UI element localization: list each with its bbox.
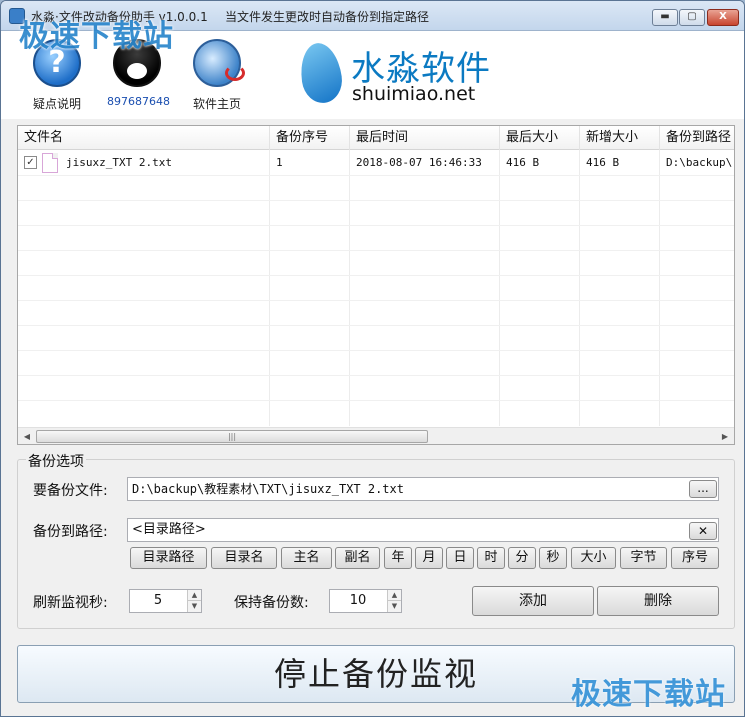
grid-line [269,150,270,426]
source-file-input[interactable]: D:\backup\教程素材\TXT\jisuxz_TXT 2.txt [127,477,719,501]
grid-line [18,350,734,351]
grid-line [349,150,350,426]
token-button-seq[interactable]: 序号 [671,547,719,569]
token-button-second[interactable]: 秒 [539,547,567,569]
grid-line [659,150,660,426]
grid-line [499,150,500,426]
cell-last-size: 416 B [506,156,540,169]
grid-line [18,200,734,201]
close-button[interactable]: X [707,9,739,26]
grid-line [18,400,734,401]
browse-button[interactable]: ... [689,480,717,498]
spin-down-icon[interactable]: ▼ [187,601,201,612]
grid-line [18,225,734,226]
column-header-seq[interactable]: 备份序号 [270,126,350,150]
column-header-filename[interactable]: 文件名 [18,126,270,150]
grid-line [18,250,734,251]
text-file-icon [42,153,58,173]
cell-new-size: 416 B [586,156,620,169]
scroll-left-icon[interactable]: ◀ [21,431,33,442]
column-header-new-size[interactable]: 新增大小 [580,126,660,150]
minimize-button[interactable]: ▬ [652,9,678,26]
grid-line [579,150,580,426]
file-list[interactable]: 文件名 备份序号 最后时间 最后大小 新增大小 备份到路径 ✓ jisuxz_T… [17,125,735,445]
table-row[interactable]: ✓ jisuxz_TXT 2.txt 1 2018-08-07 16:46:33… [18,151,734,175]
maximize-button[interactable]: ▢ [679,9,705,26]
spin-up-icon[interactable]: ▲ [187,590,201,601]
token-button-main-name[interactable]: 主名 [281,547,332,569]
refresh-seconds-spinner[interactable]: 5 ▲ ▼ [129,589,202,613]
keep-count-spinner[interactable]: 10 ▲ ▼ [329,589,402,613]
watermark-top: 极速下载站 [19,19,174,54]
scroll-right-icon[interactable]: ▶ [719,431,731,442]
toolbar-homepage-label: 软件主页 [192,97,241,111]
dest-path-input[interactable]: <目录路径> [127,518,719,542]
source-file-label: 要备份文件: [33,483,108,499]
column-header-last-size[interactable]: 最后大小 [500,126,580,150]
grid-line [18,275,734,276]
token-button-day[interactable]: 日 [446,547,474,569]
token-button-dir-name[interactable]: 目录名 [211,547,277,569]
watermark-bottom: 极速下载站 [571,677,726,712]
toolbar-homepage[interactable]: 软件主页 [187,39,247,112]
backup-options-title: 备份选项 [26,451,86,471]
scroll-thumb[interactable]: ||| [36,430,428,443]
keep-count-label: 保持备份数: [234,595,309,611]
keep-count-value[interactable]: 10 [330,590,386,612]
globe-icon [193,39,245,87]
refresh-seconds-label: 刷新监视秒: [33,595,108,611]
cell-path: D:\backup\ [666,156,733,169]
grid-line [18,375,734,376]
grid-line [18,300,734,301]
refresh-seconds-value[interactable]: 5 [130,590,186,612]
token-button-size[interactable]: 大小 [571,547,616,569]
token-button-year[interactable]: 年 [384,547,412,569]
window-subtitle: 当文件发生更改时自动备份到指定路径 [225,10,430,24]
cell-filename: jisuxz_TXT 2.txt [66,156,172,169]
row-checkbox[interactable]: ✓ [24,156,37,169]
token-button-dir-path[interactable]: 目录路径 [130,547,207,569]
grid-line [18,325,734,326]
dest-path-label: 备份到路径: [33,524,108,540]
token-button-hour[interactable]: 时 [477,547,505,569]
clear-path-button[interactable]: ✕ [689,522,717,540]
token-button-bytes[interactable]: 字节 [620,547,667,569]
delete-button[interactable]: 删除 [597,586,719,616]
spin-down-icon[interactable]: ▼ [387,601,401,612]
token-button-ext-name[interactable]: 副名 [335,547,380,569]
column-header-path[interactable]: 备份到路径 [660,126,734,150]
horizontal-scrollbar[interactable]: ◀ ||| ▶ [18,427,734,444]
cell-time: 2018-08-07 16:46:33 [356,156,482,169]
add-button[interactable]: 添加 [472,586,594,616]
toolbar-help-label: 疑点说明 [32,97,81,111]
column-header-time[interactable]: 最后时间 [350,126,500,150]
file-list-header: 文件名 备份序号 最后时间 最后大小 新增大小 备份到路径 [18,126,734,150]
toolbar-qq-label: 897687648 [107,95,170,108]
grid-line [18,175,734,176]
logo-text-en: shuimiao.net [352,83,476,105]
token-button-month[interactable]: 月 [415,547,443,569]
spin-up-icon[interactable]: ▲ [387,590,401,601]
token-button-minute[interactable]: 分 [508,547,536,569]
cell-seq: 1 [276,156,283,169]
app-window: 水淼·文件改动备份助手 v1.0.0.1 当文件发生更改时自动备份到指定路径 ▬… [0,0,745,717]
